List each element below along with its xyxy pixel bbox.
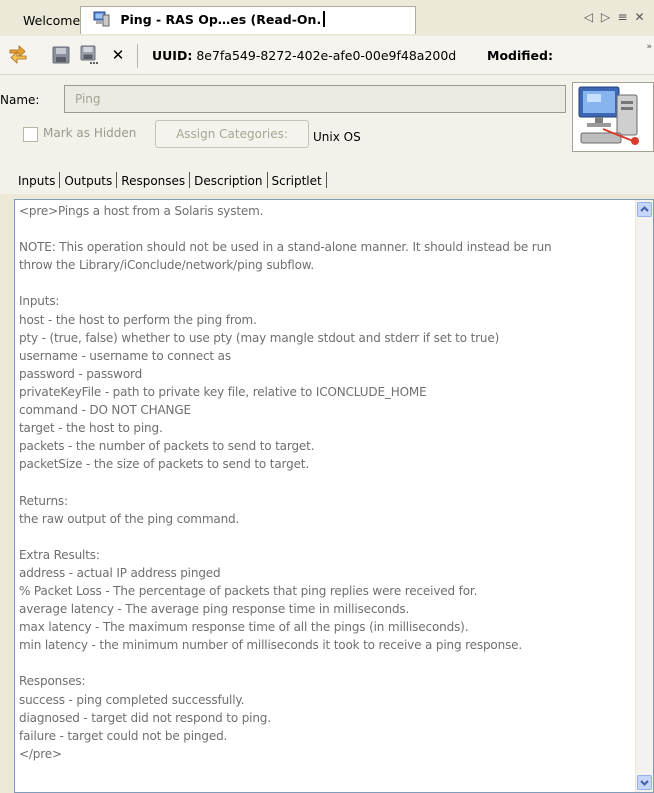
description-line: privateKeyFile - path to private key fil… [19, 384, 427, 399]
tab-ping-operation[interactable]: Ping - RAS Op…es (Read-On. [80, 6, 416, 34]
description-line: </pre> [19, 746, 62, 761]
description-line: min latency - the minimum number of mill… [19, 638, 523, 653]
operation-icon-box[interactable] [572, 82, 654, 152]
close-icon[interactable]: ✕ [108, 45, 128, 65]
tab-ping-label: Ping - RAS Op…es (Read-On. [120, 12, 322, 27]
tab-inputs[interactable]: Inputs [14, 174, 59, 188]
description-line [19, 274, 633, 292]
save-as-button[interactable] [79, 45, 99, 65]
tab-responses[interactable]: Responses [117, 174, 189, 188]
description-line: diagnosed - target did not respond to pi… [19, 710, 271, 725]
tab-separator [325, 172, 327, 188]
description-line: <pre>Pings a host from a Solaris system. [19, 204, 264, 218]
description-line: username - username to connect as [19, 348, 231, 363]
scroll-up-button[interactable] [637, 202, 652, 217]
modified-label: Modified: [487, 48, 553, 63]
description-line: target - the host to ping. [19, 421, 163, 436]
name-label: Name: [0, 93, 40, 107]
description-line: pty - (true, false) whether to use pty (… [19, 330, 500, 345]
description-text: <pre>Pings a host from a Solaris system.… [19, 202, 633, 763]
description-line: password - password [19, 366, 143, 381]
editor-tab-strip: Welcome Ping - RAS Op…es (Read-On. ◁ ▷ ≡ ✕ [0, 0, 654, 37]
tab-welcome[interactable]: Welcome [14, 8, 89, 34]
description-line: failure - target could not be pinged. [19, 728, 228, 743]
description-line [19, 528, 633, 546]
description-text-area[interactable]: <pre>Pings a host from a Solaris system.… [14, 199, 654, 793]
close-editor-icon[interactable]: ✕ [631, 10, 648, 24]
tab-welcome-label: Welcome [23, 13, 81, 28]
description-line [19, 654, 633, 672]
swap-arrows-icon [9, 45, 27, 64]
chevron-down-icon [640, 780, 649, 786]
uuid-value: 8e7fa549-8272-402e-afe0-00e9f48a200d [196, 48, 457, 63]
scroll-tabs-right-icon[interactable]: ▷ [597, 10, 614, 24]
save-disk-icon [52, 46, 70, 64]
description-line: NOTE: This operation should not be used … [19, 240, 552, 255]
toolbar-overflow-icon[interactable]: » [646, 42, 652, 52]
text-cursor [323, 11, 326, 27]
description-line [19, 220, 633, 238]
mark-as-hidden-checkbox[interactable] [23, 127, 38, 142]
save-as-disk-icon [80, 45, 98, 64]
save-button[interactable] [51, 45, 71, 65]
description-line: average latency - The average ping respo… [19, 602, 410, 617]
description-line [19, 473, 633, 491]
tab-description[interactable]: Description [190, 174, 266, 188]
section-tabs: Inputs Outputs Responses Description Scriptl… [14, 172, 327, 188]
sync-button[interactable] [8, 45, 28, 65]
category-value: Unix OS [313, 130, 361, 144]
tab-list-icon[interactable]: ≡ [614, 10, 631, 24]
description-line: % Packet Loss - The percentage of packet… [19, 583, 478, 598]
description-line: throw the Library/iConclude/network/ping… [19, 258, 315, 273]
description-line: address - actual IP address pinged [19, 565, 221, 580]
description-line: host - the host to perform the ping from… [19, 312, 257, 327]
description-line: command - DO NOT CHANGE [19, 403, 191, 418]
editor-toolbar: ✕ UUID: 8e7fa549-8272-402e-afe0-00e9f48a… [0, 36, 654, 75]
scroll-tabs-left-icon[interactable]: ◁ [580, 10, 597, 24]
uuid-label: UUID: [152, 48, 193, 63]
description-line: the raw output of the ping command. [19, 511, 240, 526]
description-line: success - ping completed successfully. [19, 692, 245, 707]
description-line: Responses: [19, 674, 86, 689]
name-field[interactable] [64, 85, 566, 113]
tab-scriptlet[interactable]: Scriptlet [268, 174, 326, 188]
vertical-scrollbar[interactable] [635, 200, 653, 792]
description-line: packetSize - the size of packets to send… [19, 457, 310, 472]
description-line: Returns: [19, 493, 68, 508]
uuid-display: UUID: 8e7fa549-8272-402e-afe0-00e9f48a20… [152, 48, 456, 63]
description-line: max latency - The maximum response time … [19, 620, 469, 635]
assign-categories-button[interactable]: Assign Categories: [155, 120, 309, 148]
toolbar-separator [137, 44, 138, 68]
mark-as-hidden-label: Mark as Hidden [43, 126, 137, 140]
scroll-down-button[interactable] [637, 775, 652, 790]
operation-icon [93, 10, 110, 27]
computer-network-icon [578, 86, 639, 145]
description-line: Inputs: [19, 294, 60, 309]
description-line: Extra Results: [19, 547, 100, 562]
tab-controls: ◁ ▷ ≡ ✕ [580, 10, 648, 24]
tab-outputs[interactable]: Outputs [60, 174, 116, 188]
chevron-up-icon [640, 206, 649, 212]
description-line: packets - the number of packets to send … [19, 439, 315, 454]
